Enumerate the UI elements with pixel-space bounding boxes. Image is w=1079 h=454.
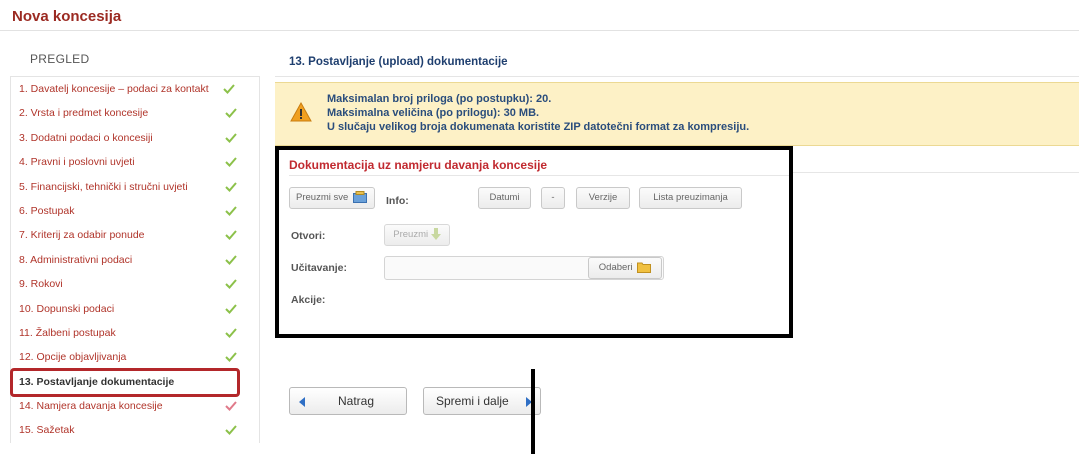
documentation-title: Dokumentacija uz namjeru davanja koncesi… (289, 158, 548, 172)
download-arrow-icon (430, 228, 441, 241)
annotation-line (531, 369, 535, 454)
download-list-button[interactable]: Lista preuzimanja (639, 187, 742, 209)
dash-button[interactable]: - (541, 187, 565, 209)
download-label: Preuzmi (393, 229, 429, 240)
divider (289, 175, 789, 176)
info-label: Info: (386, 195, 409, 207)
step-label: 8. Administrativni podaci (19, 253, 133, 266)
sidebar-step-3[interactable]: 3. Dodatni podaci o koncesiji (11, 126, 259, 150)
warning-line: Maksimalna veličina (po prilogu): 30 MB. (327, 107, 540, 119)
documentation-panel: Dokumentacija uz namjeru davanja koncesi… (275, 146, 793, 338)
main-content: 13. Postavljanje (upload) dokumentacije … (275, 44, 1079, 454)
back-button[interactable]: Natrag (289, 387, 407, 415)
checkmark-icon (223, 84, 235, 94)
checkmark-icon (225, 133, 237, 143)
step-label: 12. Opcije objavljivanja (19, 351, 127, 364)
checkmark-icon (225, 206, 237, 216)
step-label: 9. Rokovi (19, 278, 63, 291)
checkmark-icon (225, 181, 237, 192)
checkmark-icon (225, 303, 237, 314)
sidebar-step-7[interactable]: 7. Kriterij za odabir ponude (11, 223, 259, 247)
dates-button[interactable]: Datumi (478, 187, 531, 209)
save-and-continue-button[interactable]: Spremi i dalje (423, 387, 541, 415)
step-label: 10. Dopunski podaci (19, 302, 115, 315)
download-all-label: Preuzmi sve (296, 192, 349, 203)
step-label: 4. Pravni i poslovni uvjeti (19, 156, 135, 169)
checkmark-icon (225, 328, 237, 338)
warning-banner: Maksimalan broj priloga (po postupku): 2… (275, 82, 1079, 146)
open-label: Otvori: (291, 230, 326, 242)
section-title: 13. Postavljanje (upload) dokumentacije (289, 56, 508, 68)
divider (275, 76, 1079, 77)
warning-line: Maksimalan broj priloga (po postupku): 2… (327, 93, 552, 105)
warning-text: Maksimalan broj priloga (po postupku): 2… (327, 92, 749, 134)
archive-icon (352, 191, 367, 204)
checkmark-icon (225, 108, 237, 119)
download-all-button[interactable]: Preuzmi sve (289, 187, 375, 209)
step-label: 7. Kriterij za odabir ponude (19, 229, 145, 242)
sidebar-step-11[interactable]: 11. Žalbeni postupak (11, 321, 259, 345)
choose-file-button[interactable]: Odaberi (588, 257, 662, 279)
warning-line: U slučaju velikog broja dokumenata koris… (327, 121, 750, 133)
checkmark-icon (225, 279, 237, 290)
step-label: 2. Vrsta i predmet koncesije (19, 107, 149, 120)
back-label: Natrag (338, 394, 375, 408)
sidebar-step-4[interactable]: 4. Pravni i poslovni uvjeti (11, 150, 259, 174)
checkmark-icon (225, 425, 237, 436)
download-button[interactable]: Preuzmi (384, 224, 450, 246)
step-label: 5. Financijski, tehnički i stručni uvjet… (19, 180, 188, 193)
checkmark-icon (225, 157, 237, 168)
folder-icon (637, 262, 652, 274)
save-and-continue-label: Spremi i dalje (436, 394, 509, 408)
sidebar-step-5[interactable]: 5. Financijski, tehnički i stručni uvjet… (11, 175, 259, 199)
choose-file-label: Odaberi (598, 262, 633, 273)
step-label: 14. Namjera davanja koncesije (19, 400, 163, 413)
sidebar-step-1[interactable]: 1. Davatelj koncesije – podaci za kontak… (11, 77, 259, 101)
sidebar-step-10[interactable]: 10. Dopunski podaci (11, 297, 259, 321)
page-title: Nova koncesija (12, 8, 122, 25)
checkmark-icon (225, 401, 237, 412)
checkmark-icon (225, 352, 237, 363)
warning-icon (290, 102, 312, 122)
sidebar-step-12[interactable]: 12. Opcije objavljivanja (11, 345, 259, 369)
divider (793, 172, 1079, 173)
step-label: 6. Postupak (19, 204, 75, 217)
upload-label: Učitavanje: (291, 262, 348, 274)
step-label: 15. Sažetak (19, 424, 75, 437)
step-label: 1. Davatelj koncesije – podaci za kontak… (19, 83, 209, 95)
sidebar-step-6[interactable]: 6. Postupak (11, 199, 259, 223)
actions-label: Akcije: (291, 294, 326, 306)
versions-button[interactable]: Verzije (576, 187, 630, 209)
sidebar-step-2[interactable]: 2. Vrsta i predmet koncesije (11, 101, 259, 125)
checkmark-icon (225, 230, 237, 241)
sidebar-step-15[interactable]: 15. Sažetak (11, 418, 259, 442)
sidebar-heading: PREGLED (30, 52, 90, 66)
sidebar-step-14[interactable]: 14. Namjera davanja koncesije (11, 394, 259, 418)
step-label: 3. Dodatni podaci o koncesiji (19, 131, 153, 144)
step-label: 11. Žalbeni postupak (19, 326, 116, 339)
arrow-left-icon (299, 397, 305, 407)
page: Nova koncesija PREGLED 1. Davatelj konce… (0, 0, 1079, 454)
checkmark-icon (225, 255, 237, 265)
sidebar-step-9[interactable]: 9. Rokovi (11, 272, 259, 296)
page-header: Nova koncesija (0, 0, 1079, 31)
sidebar-step-8[interactable]: 8. Administrativni podaci (11, 248, 259, 272)
current-step-highlight (10, 368, 240, 397)
